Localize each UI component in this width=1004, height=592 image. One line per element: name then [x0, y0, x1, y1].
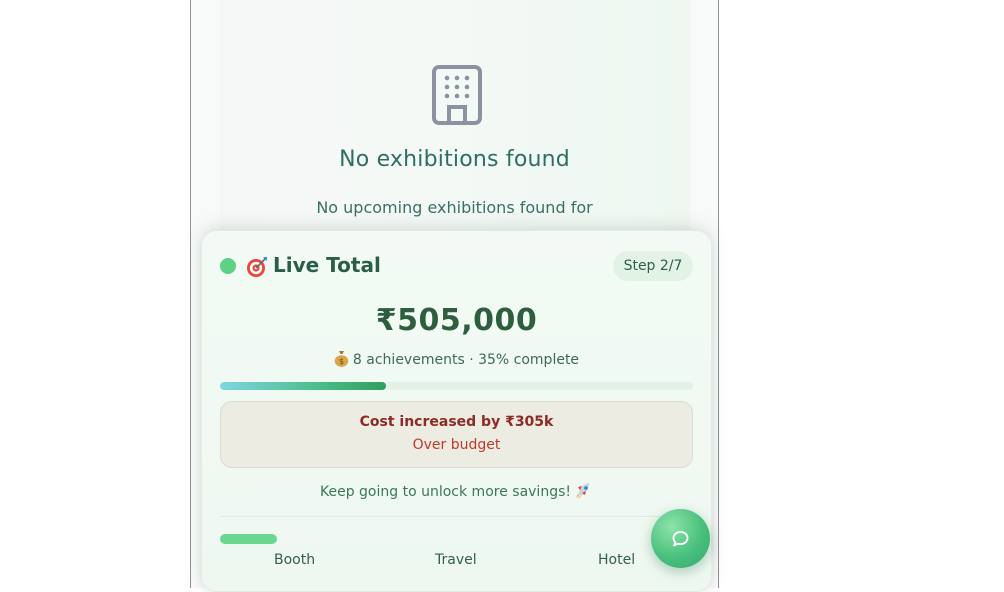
tab-travel[interactable]: Travel [435, 552, 477, 568]
empty-state-title: No exhibitions found [339, 147, 570, 172]
chat-bubble-icon [672, 531, 689, 547]
achievements-text: 8 achievements · 35% complete [352, 352, 580, 368]
cost-warning-subtitle: Over budget [412, 437, 501, 453]
tab-booth[interactable]: Booth [274, 552, 315, 568]
progress-bar-fill [220, 382, 386, 390]
live-total-panel: Live Total Step 2/7 ₹505,000 $ 8 achieve… [201, 230, 712, 592]
tab-hotel[interactable]: Hotel [598, 552, 635, 568]
total-amount: ₹505,000 [375, 303, 538, 338]
chat-button[interactable] [651, 509, 710, 568]
cost-warning-box: Cost increased by ₹305k Over budget [220, 401, 693, 468]
live-status-dot [220, 258, 236, 274]
svg-text:$: $ [339, 357, 344, 366]
cost-warning-title: Cost increased by ₹305k [359, 414, 554, 430]
target-icon [247, 257, 267, 277]
progress-bar [220, 382, 693, 390]
live-total-title: Live Total [273, 253, 381, 277]
building-icon [432, 65, 482, 125]
step-badge: Step 2/7 [613, 251, 693, 281]
active-tab-indicator [220, 534, 277, 544]
divider [220, 516, 693, 517]
rocket-icon [576, 483, 589, 499]
achievements-summary: $ 8 achievements · 35% complete [202, 350, 711, 368]
encouragement-text: Keep going to unlock more savings! [320, 484, 571, 500]
encouragement-message: Keep going to unlock more savings! [202, 481, 711, 500]
money-bag-icon: $ [334, 351, 349, 367]
empty-state-description: No upcoming exhibitions found for [316, 198, 593, 217]
